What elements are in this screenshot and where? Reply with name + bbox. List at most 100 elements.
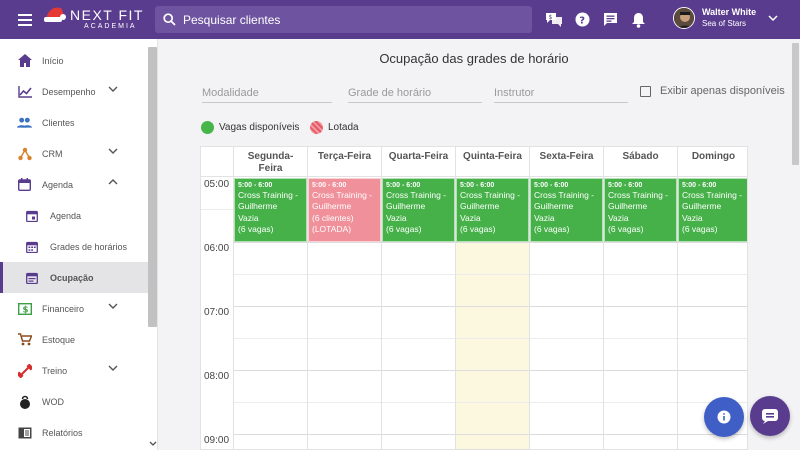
money-icon: $	[17, 301, 32, 316]
scroll-down-arrow-icon[interactable]	[149, 441, 157, 446]
sidebar-item-wod[interactable]: WOD	[0, 386, 148, 417]
class-slot-quinta[interactable]: 5:00 - 6:00 Cross Training - Guilherme V…	[456, 178, 529, 242]
sidebar-item-desempenho[interactable]: Desempenho	[0, 76, 148, 107]
sidebar-item-crm[interactable]: CRM	[0, 138, 148, 169]
sidebar-item-inicio[interactable]: Início	[0, 45, 148, 76]
sidebar-item-financeiro[interactable]: $ Financeiro	[0, 293, 148, 324]
sidebar-item-agenda[interactable]: Agenda	[0, 169, 148, 200]
santa-hat-icon	[44, 7, 66, 22]
sidebar-item-clientes[interactable]: Clientes	[0, 107, 148, 138]
sidebar-item-estoque[interactable]: Estoque	[0, 324, 148, 355]
page-scrollbar[interactable]	[791, 39, 800, 450]
modalidade-select[interactable]: Modalidade	[202, 87, 332, 103]
hamburger-icon	[18, 13, 32, 26]
page-title: Ocupação das grades de horário	[379, 51, 569, 66]
crm-network-icon	[17, 146, 32, 161]
sidebar-item-treino[interactable]: Treino	[0, 355, 148, 386]
sidebar-item-relatorios[interactable]: Relatórios	[0, 417, 148, 448]
checkbox-box[interactable]	[640, 85, 651, 97]
message-icon[interactable]	[596, 0, 624, 39]
sidebar-subitem-agenda[interactable]: Agenda	[0, 200, 148, 231]
instrutor-select[interactable]: Instrutor	[494, 87, 628, 103]
day-header-sabado: Sábado	[603, 147, 677, 177]
grade-horario-select[interactable]: Grade de horário	[348, 87, 482, 103]
help-icon[interactable]: ?	[568, 0, 596, 39]
class-slot-sabado[interactable]: 5:00 - 6:00 Cross Training - Guilherme V…	[604, 178, 677, 242]
chat-icon	[762, 409, 778, 424]
day-header-quarta: Quarta-Feira	[381, 147, 455, 177]
sidebar-subitem-grades[interactable]: Grades de horários	[0, 231, 148, 262]
sidebar-item-label: Grades de horários	[50, 241, 128, 252]
calendar-grid-icon	[24, 239, 39, 254]
sidebar-item-label: Agenda	[42, 179, 74, 190]
day-header-segunda: Segunda- Feira	[233, 147, 307, 177]
chat-button[interactable]	[750, 396, 790, 436]
day-header-quinta: Quinta-Feira	[455, 147, 529, 177]
time-label: 05:00	[204, 179, 230, 190]
available-dot-icon	[201, 121, 214, 134]
legend-available: Vagas disponíveis	[201, 121, 299, 134]
legend-full-label: Lotada	[328, 122, 359, 133]
cart-icon	[17, 332, 32, 347]
avatar	[673, 7, 695, 29]
chevron-down-icon	[108, 148, 118, 154]
search-input[interactable]	[183, 12, 513, 27]
time-label: 08:00	[204, 371, 230, 382]
top-bar: NEXT FIT ACADEMIA $ ? Walter White Sea o…	[0, 0, 800, 39]
search-bar[interactable]	[155, 6, 532, 33]
sidebar-item-label: Ocupação	[50, 272, 94, 283]
scrollbar-thumb[interactable]	[792, 43, 799, 165]
day-header-domingo: Domingo	[677, 147, 747, 177]
info-icon	[717, 410, 731, 424]
chevron-down-icon	[108, 303, 118, 309]
occupancy-calendar: Segunda- Feira Terça-Feira Quarta-Feira …	[200, 146, 748, 450]
sidebar-item-label: Agenda	[50, 210, 82, 221]
user-organization: Sea of Stars	[702, 19, 747, 28]
class-slot-sexta[interactable]: 5:00 - 6:00 Cross Training - Guilherme V…	[530, 178, 603, 242]
chevron-up-icon	[108, 179, 118, 185]
logo[interactable]: NEXT FIT ACADEMIA	[44, 0, 155, 39]
people-icon	[17, 115, 32, 130]
user-name: Walter White	[702, 7, 757, 17]
user-menu[interactable]: Walter White Sea of Stars	[673, 7, 778, 29]
legend-full: Lotada	[310, 121, 359, 134]
main-content: Ocupação das grades de horário Modalidad…	[158, 39, 800, 450]
report-icon	[17, 425, 32, 440]
calendar-icon	[17, 177, 32, 192]
class-slot-domingo[interactable]: 5:00 - 6:00 Cross Training - Guilherme V…	[678, 178, 747, 242]
sidebar-subitem-ocupacao[interactable]: Ocupação	[0, 262, 148, 293]
sidebar-item-label: Início	[42, 55, 64, 66]
sidebar-item-label: Treino	[42, 365, 68, 376]
chevron-down-icon	[108, 365, 118, 371]
svg-text:$: $	[549, 14, 553, 21]
time-label: 09:00	[204, 435, 230, 446]
info-button[interactable]	[704, 397, 744, 437]
sidebar-item-label: Clientes	[42, 117, 75, 128]
sidebar-item-label: Desempenho	[42, 86, 96, 97]
checkbox-label: Exibir apenas disponíveis	[660, 85, 785, 97]
search-icon	[155, 13, 183, 26]
time-label: 06:00	[204, 243, 230, 254]
class-slot-quarta[interactable]: 5:00 - 6:00 Cross Training - Guilherme V…	[382, 178, 455, 242]
calendar-header: Segunda- Feira Terça-Feira Quarta-Feira …	[201, 147, 747, 177]
day-header-terca: Terça-Feira	[307, 147, 381, 177]
calendar-list-icon	[24, 270, 39, 285]
notification-bell-icon[interactable]	[624, 0, 652, 39]
chart-line-icon	[17, 84, 32, 99]
chevron-down-icon	[108, 86, 118, 92]
class-slot-segunda[interactable]: 5:00 - 6:00 Cross Training - Guilherme V…	[234, 178, 307, 242]
sidebar-item-label: WOD	[42, 396, 64, 407]
sidebar-item-label: CRM	[42, 148, 63, 159]
time-label: 07:00	[204, 307, 230, 318]
chevron-down-icon	[768, 15, 778, 21]
sidebar-scrollbar[interactable]	[148, 47, 157, 327]
kettlebell-icon	[17, 394, 32, 409]
sidebar: Início Desempenho Clientes CRM Agenda Ag…	[0, 39, 158, 450]
sidebar-item-label: Estoque	[42, 334, 76, 345]
chat-money-icon[interactable]: $	[540, 0, 568, 39]
home-icon	[17, 53, 32, 68]
sidebar-item-label: Financeiro	[42, 303, 85, 314]
sidebar-item-label: Relatórios	[42, 427, 83, 438]
only-available-checkbox[interactable]: Exibir apenas disponíveis	[640, 85, 785, 97]
class-slot-terca[interactable]: 5:00 - 6:00 Cross Training - Guilherme (…	[308, 178, 381, 242]
